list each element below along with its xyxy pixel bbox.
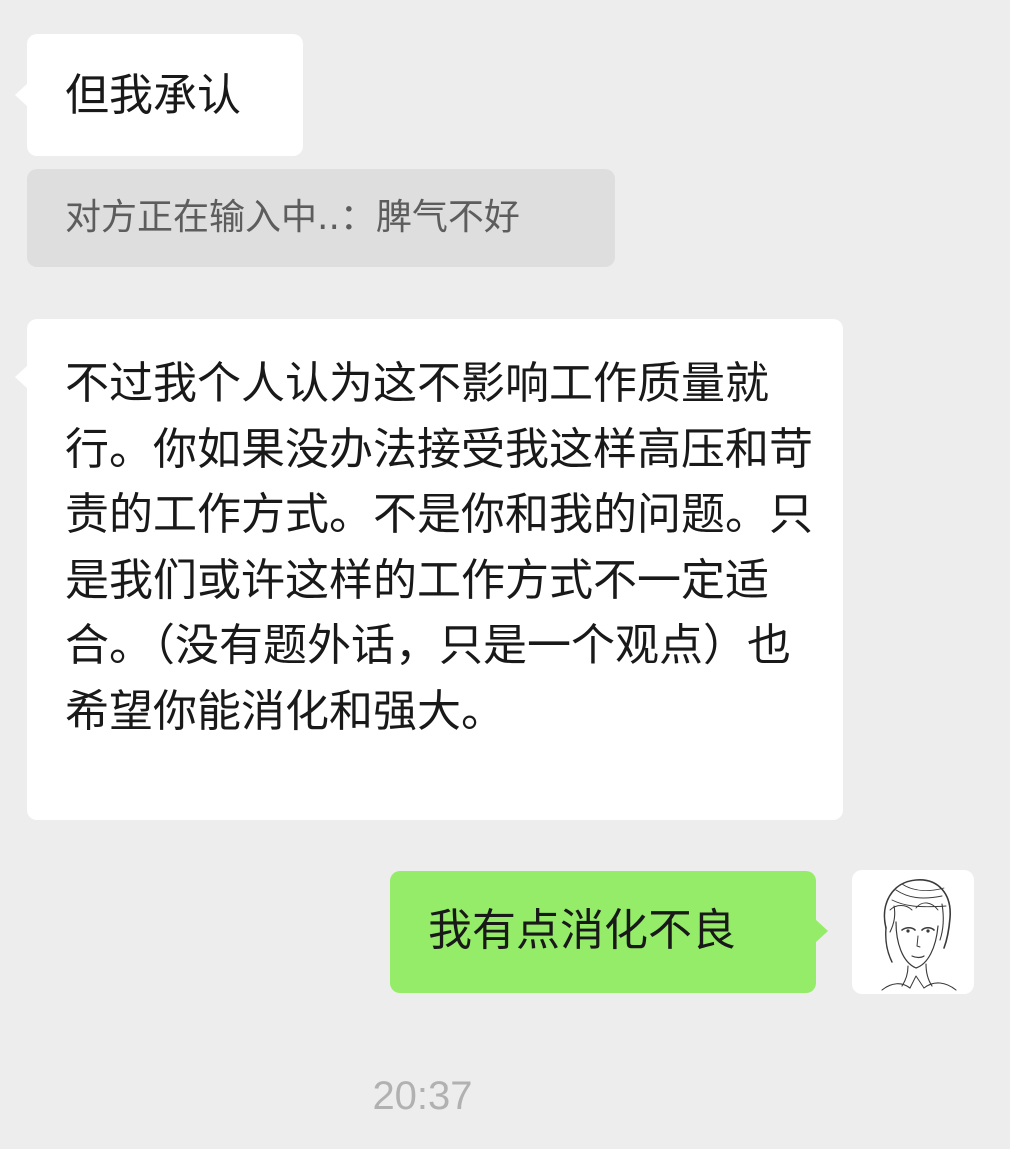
incoming-message-bubble[interactable]: 不过我个人认为这不影响工作质量就行。你如果没办法接受我这样高压和苛责的工作方式。…	[15, 319, 843, 820]
message-text: 我有点消化不良	[428, 905, 736, 956]
message-timestamp: 20:37	[372, 1074, 473, 1118]
avatar[interactable]	[852, 870, 974, 994]
incoming-message-bubble[interactable]: 但我承认	[15, 34, 303, 156]
sketch-portrait-icon	[881, 879, 957, 991]
outgoing-message-bubble[interactable]: 我有点消化不良	[390, 871, 828, 993]
quoted-reply-text: 对方正在输入中..：脾气不好	[65, 197, 520, 238]
quoted-reply[interactable]: 对方正在输入中..：脾气不好	[27, 169, 615, 267]
message-text: 不过我个人认为这不影响工作质量就行。你如果没办法接受我这样高压和苛责的工作方式。…	[65, 358, 813, 737]
message-text: 但我承认	[65, 70, 241, 121]
